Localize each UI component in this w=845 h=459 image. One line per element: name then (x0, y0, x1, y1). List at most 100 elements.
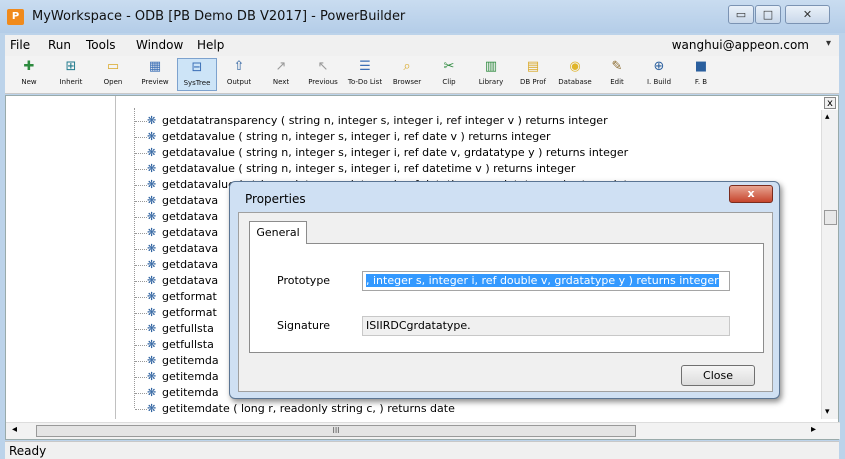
method-gear-icon: ❋ (147, 210, 157, 223)
menu-file[interactable]: File (10, 38, 30, 52)
tree-item[interactable]: ❋ getformat (124, 306, 217, 322)
toolbar-button-label: Preview (141, 78, 169, 86)
tree-item[interactable]: ❋ getitemda (124, 386, 219, 402)
tree-item[interactable]: ❋ getdatava (124, 274, 218, 290)
toolbar-button-previous[interactable]: ↖ Previous (303, 58, 343, 91)
toolbar-button-f-b[interactable]: ■ F. B (681, 58, 721, 91)
folder-open-icon: ▭ (106, 59, 120, 74)
toolbar-button-open[interactable]: ▭ Open (93, 58, 133, 91)
horizontal-scroll-thumb[interactable]: III (36, 425, 636, 437)
scroll-left-icon[interactable]: ◂ (12, 424, 17, 435)
full-build-icon: ■ (694, 59, 708, 74)
powerbuilder-window: P MyWorkspace - ODB [PB Demo DB V2017] -… (0, 0, 845, 459)
incremental-build-icon: ⊕ (653, 59, 665, 74)
close-button[interactable]: ✕ (785, 5, 830, 24)
toolbar-button-new[interactable]: ✚ New (9, 58, 49, 91)
vertical-scroll-thumb[interactable] (824, 210, 837, 225)
new-icon: ✚ (23, 59, 35, 74)
toolbar-button-i-build[interactable]: ⊕ I. Build (639, 58, 679, 91)
tree-item-label: getitemdate ( long r, readonly string c,… (162, 402, 455, 415)
toolbar-button-browser[interactable]: ⌕ Browser (387, 58, 427, 91)
browser-icon: ⌕ (403, 59, 411, 74)
toolbar-button-output[interactable]: ⇧ Output (219, 58, 259, 91)
dialog-close-icon[interactable]: x (729, 185, 773, 203)
pane-close-icon[interactable]: x (824, 97, 836, 109)
tree-item[interactable]: ❋ getitemda (124, 354, 219, 370)
tree-item-label: getfullsta (162, 322, 214, 335)
tree-item-label: getformat (162, 290, 217, 303)
tree-item[interactable]: ❋ getfullsta (124, 338, 214, 354)
tree-item[interactable]: ❋ getitemdate ( long r, readonly string c… (124, 402, 455, 418)
minimize-button[interactable]: ▭ (728, 5, 754, 24)
method-gear-icon: ❋ (147, 274, 157, 287)
method-gear-icon: ❋ (147, 130, 157, 143)
tree-item[interactable]: ❋ getfullsta (124, 322, 214, 338)
toolbar-button-label: Open (103, 78, 123, 86)
vertical-scrollbar[interactable]: ▴ ▾ (821, 110, 838, 419)
tree-item-label: getdatavalue ( string n, integer s, inte… (162, 146, 629, 159)
method-gear-icon: ❋ (147, 194, 157, 207)
account-name[interactable]: wanghui@appeon.com (672, 38, 809, 52)
toolbar-button-next[interactable]: ↗ Next (261, 58, 301, 91)
tree-connector (135, 232, 147, 234)
menu-tools[interactable]: Tools (86, 38, 116, 52)
toolbar-button-to-do-list[interactable]: ☰ To-Do List (345, 58, 385, 91)
toolbar-button-label: Output (226, 78, 252, 86)
scroll-right-icon[interactable]: ▸ (811, 424, 816, 435)
toolbar-button-label: SysTree (183, 79, 211, 87)
menu-help[interactable]: Help (197, 38, 224, 52)
toolbar-button-clip[interactable]: ✂ Clip (429, 58, 469, 91)
close-dialog-button[interactable]: Close (681, 365, 755, 386)
chevron-down-icon[interactable]: ▾ (826, 38, 831, 49)
maximize-button[interactable]: □ (755, 5, 781, 24)
tree-item[interactable]: ❋ getitemdatetime ( long r, readonly inte… (124, 418, 509, 419)
tree-item[interactable]: ❋ getdatava (124, 258, 218, 274)
tree-connector (135, 376, 147, 378)
tree-item-label: getdatava (162, 226, 219, 239)
tree-item[interactable]: ❋ getformat (124, 290, 217, 306)
toolbar-button-database[interactable]: ◉ Database (555, 58, 595, 91)
toolbar-button-db-prof[interactable]: ▤ DB Prof (513, 58, 553, 91)
horizontal-scrollbar[interactable]: ◂ III ▸ (6, 422, 840, 439)
method-gear-icon: ❋ (147, 290, 157, 303)
method-gear-icon: ❋ (147, 306, 157, 319)
tab-general[interactable]: General (249, 221, 307, 244)
tree-item-label: getdatatransparency ( string n, integer … (162, 114, 608, 127)
tree-item[interactable]: ❋ getdatava (124, 242, 218, 258)
preview-icon: ▦ (148, 59, 162, 74)
prototype-field[interactable]: , integer s, integer i, ref double v, gr… (362, 271, 730, 291)
tree-item[interactable]: ❋ getitemda (124, 370, 219, 386)
method-gear-icon: ❋ (147, 354, 157, 367)
tree-item[interactable]: ❋ getdatava (124, 226, 218, 242)
toolbar-button-label: New (21, 78, 37, 86)
scroll-down-icon[interactable]: ▾ (825, 407, 830, 417)
tree-item-label: getitemda (162, 370, 219, 383)
scroll-up-icon[interactable]: ▴ (825, 112, 830, 122)
menu-bar: File Run Tools Window Help wanghui@appeo… (5, 35, 839, 56)
tree-item[interactable]: ❋ getdatavalue ( string n, integer s, int… (124, 162, 575, 178)
method-gear-icon: ❋ (147, 114, 157, 127)
signature-field[interactable]: ISIIRDCgrdatatype. (362, 316, 730, 336)
toolbar-button-edit[interactable]: ✎ Edit (597, 58, 637, 91)
tree-item[interactable]: ❋ getdatava (124, 194, 218, 210)
menu-run[interactable]: Run (48, 38, 71, 52)
tree-connector (135, 312, 147, 314)
tree-connector (135, 264, 147, 266)
previous-icon: ↖ (317, 59, 329, 74)
title-bar[interactable]: P MyWorkspace - ODB [PB Demo DB V2017] -… (0, 0, 845, 33)
window-title: MyWorkspace - ODB [PB Demo DB V2017] - P… (32, 9, 406, 24)
clip-icon: ✂ (443, 59, 455, 74)
tree-item[interactable]: ❋ getdatavalue ( string n, integer s, int… (124, 146, 628, 162)
toolbar-button-inherit[interactable]: ⊞ Inherit (51, 58, 91, 91)
toolbar-button-library[interactable]: ▥ Library (471, 58, 511, 91)
method-gear-icon: ❋ (147, 242, 157, 255)
dialog-title: Properties (245, 192, 306, 206)
tree-item[interactable]: ❋ getdatavalue ( string n, integer s, int… (124, 130, 551, 146)
tree-item[interactable]: ❋ getdatatransparency ( string n, integer… (124, 114, 608, 130)
toolbar-button-preview[interactable]: ▦ Preview (135, 58, 175, 91)
menu-window[interactable]: Window (136, 38, 183, 52)
tree-item[interactable]: ❋ getdatava (124, 210, 218, 226)
toolbar-button-label: Next (272, 78, 290, 86)
method-gear-icon: ❋ (147, 162, 157, 175)
toolbar-button-systree[interactable]: ⊟ SysTree (177, 58, 217, 91)
